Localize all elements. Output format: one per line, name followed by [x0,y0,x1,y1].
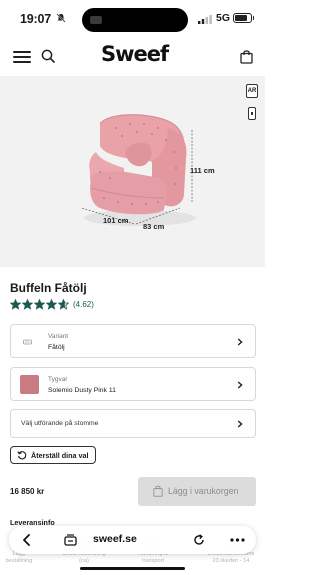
search-icon[interactable] [41,49,55,63]
variant-value: Fåtölj [48,344,65,351]
add-to-cart-label: Lägg i varukorgen [168,486,239,496]
status-time: 19:07 [20,12,51,26]
product-image[interactable]: AR 111 cm 101 cm 83 cm [0,76,265,267]
reload-icon[interactable] [193,534,205,546]
status-bar: 19:07 5G [0,0,265,38]
star-icon [34,298,45,310]
dimension-width: 101 cm [103,216,129,225]
reset-choices-button[interactable]: Återställ dina val [10,446,96,464]
star-icon [58,298,69,310]
bag-icon [153,485,163,497]
fabric-value: Solemio Dusty Pink 11 [48,387,116,394]
product-price: 16 850 kr [10,487,45,496]
armchair-icon [23,339,32,345]
phone-view-icon[interactable] [248,107,256,120]
url-field[interactable]: sweef.se [93,533,137,545]
dimension-depth: 83 cm [143,222,165,231]
frame-selector[interactable]: Välj utförande på stomme [10,409,256,438]
reset-choices-label: Återställ dina val [31,450,89,460]
reset-icon [17,451,27,460]
star-icon [22,298,33,310]
armchair-illustration [81,114,196,226]
bell-muted-icon [56,13,66,23]
star-icon [10,298,21,310]
fabric-swatch [20,375,39,394]
network-type: 5G [216,12,231,24]
variant-label: Variant [48,333,69,340]
home-indicator [80,567,185,570]
rating-value: (4.62) [73,299,94,309]
dimension-height: 111 cm [190,166,215,175]
tabs-icon[interactable] [64,534,77,546]
sweef-logo[interactable]: Sweef [101,42,169,66]
ar-view-icon[interactable]: AR [246,84,258,98]
shopping-bag-icon[interactable] [240,49,253,64]
frame-label: Välj utförande på stomme [21,420,99,427]
add-to-cart-button[interactable]: Lägg i varukorgen [138,477,256,506]
dynamic-island [82,8,188,32]
back-icon[interactable] [21,534,33,546]
star-icon [46,298,57,310]
battery-icon [233,13,254,23]
chevron-right-icon [237,381,243,389]
fabric-label: Tygval [48,376,67,383]
fabric-selector[interactable]: Tygval Solemio Dusty Pink 11 [10,367,256,401]
chevron-right-icon [237,420,243,428]
product-rating[interactable]: (4.62) [10,298,94,310]
chevron-right-icon [237,338,243,346]
browser-toolbar: sweef.se [9,526,256,554]
variant-selector[interactable]: Variant Fåtölj [10,324,256,358]
menu-icon[interactable] [13,51,31,63]
rating-stars [10,298,69,310]
site-header: Sweef [0,40,265,74]
signal-icon [198,15,212,24]
more-icon[interactable] [229,534,246,546]
island-activity-icon [90,16,102,24]
product-title: Buffeln Fåtölj [10,281,87,295]
